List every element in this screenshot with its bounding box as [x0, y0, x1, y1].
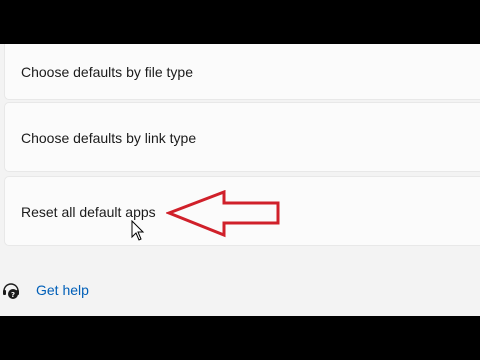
mouse-pointer-icon — [131, 220, 145, 241]
choose-defaults-by-link-type-item[interactable]: Choose defaults by link type — [4, 102, 480, 172]
choose-defaults-by-file-type-label: Choose defaults by file type — [21, 64, 193, 80]
choose-defaults-by-link-type-label: Choose defaults by link type — [21, 130, 197, 146]
choose-defaults-by-file-type-item[interactable]: Choose defaults by file type — [4, 44, 480, 100]
help-headset-icon: ? — [3, 283, 19, 299]
left-arrow-outline-icon — [166, 190, 280, 238]
default-apps-settings-page: Choose defaults by file type Choose defa… — [0, 44, 480, 316]
reset-all-default-apps-label: Reset all default apps — [21, 204, 156, 220]
get-help-link[interactable]: Get help — [36, 282, 89, 298]
get-help-row: ? Get help — [0, 278, 200, 302]
svg-text:?: ? — [11, 291, 15, 299]
